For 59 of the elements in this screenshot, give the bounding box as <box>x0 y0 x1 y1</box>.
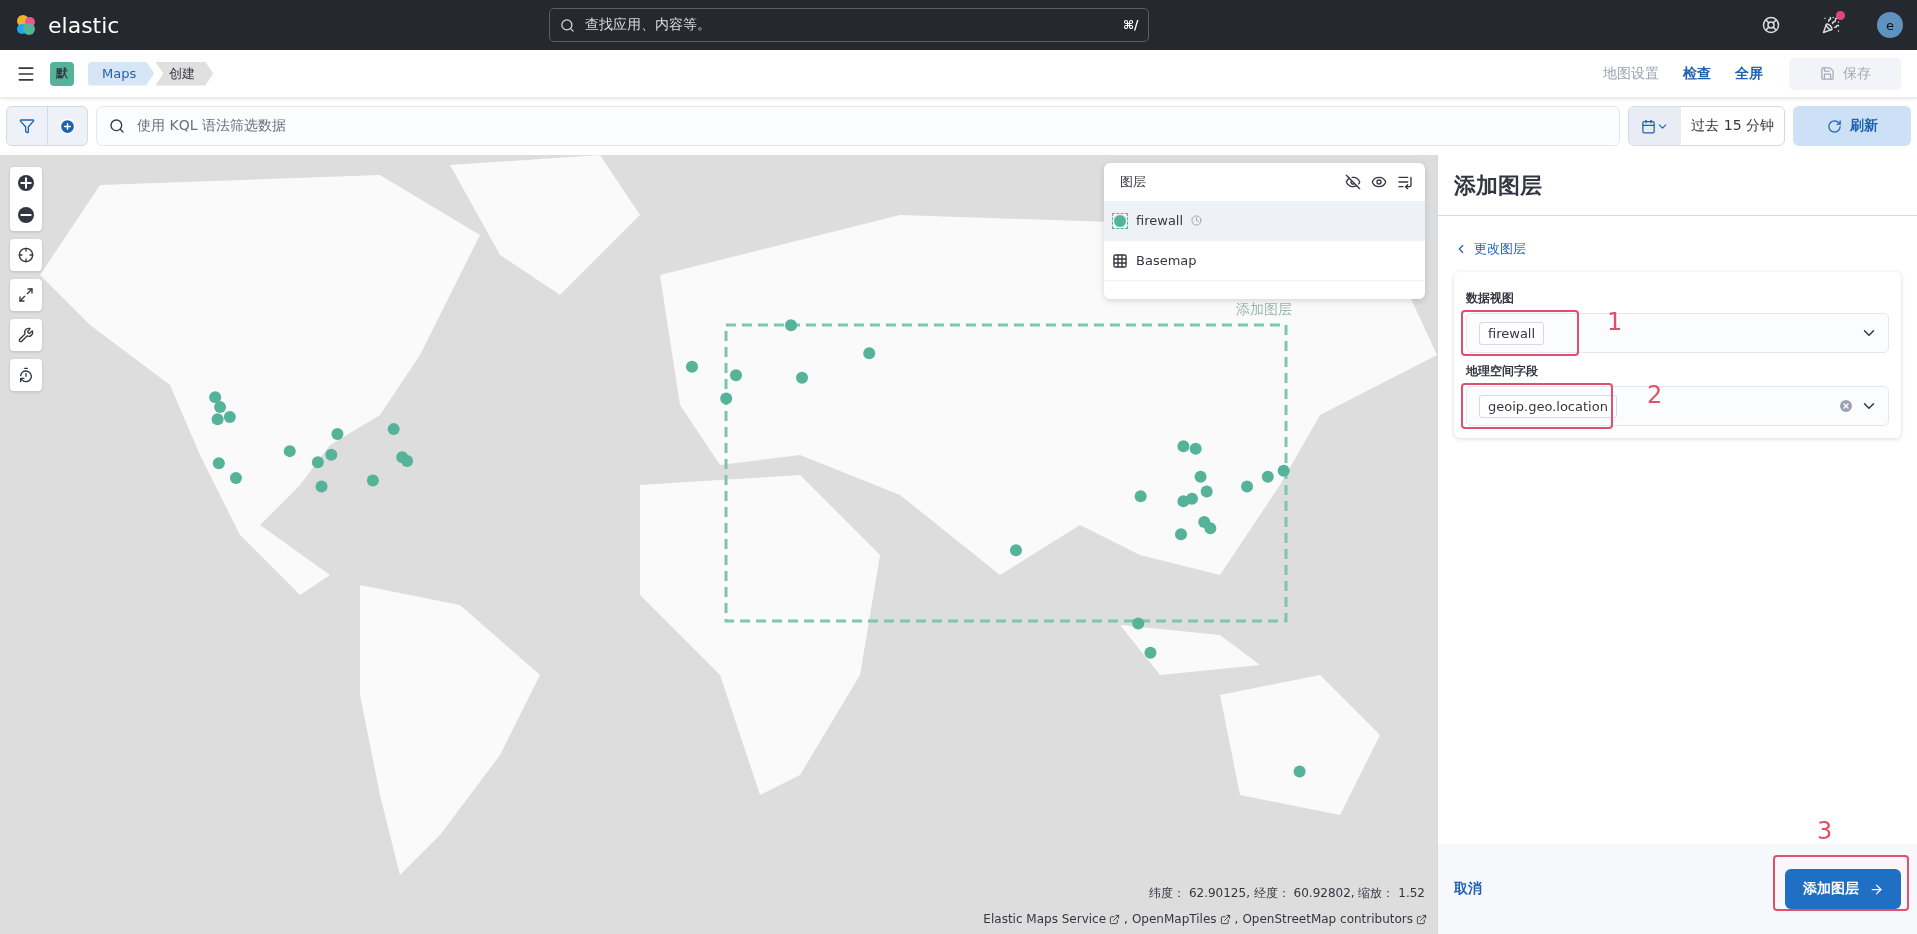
add-layer-button[interactable]: 添加图层 <box>1785 869 1901 909</box>
external-link-icon <box>1219 913 1231 925</box>
separator: , <box>1124 912 1128 926</box>
collapse-icon[interactable] <box>1397 174 1413 190</box>
plus-icon <box>59 117 76 135</box>
breadcrumb[interactable]: 创建 <box>155 61 214 86</box>
notification-dot <box>1836 11 1845 20</box>
elastic-logo-icon <box>14 13 38 37</box>
query-field[interactable]: 使用 KQL 语法筛选数据 <box>96 106 1621 146</box>
date-picker-button[interactable] <box>1629 107 1682 145</box>
search-icon <box>560 17 576 33</box>
back-link[interactable]: 更改图层 <box>1454 240 1526 258</box>
external-link-icon <box>1416 913 1427 925</box>
eye-icon[interactable] <box>1371 174 1387 190</box>
plus-icon <box>18 175 34 191</box>
wrench-icon <box>18 327 34 343</box>
external-link-icon <box>1109 913 1121 925</box>
grid-icon <box>1112 252 1128 269</box>
coordinates-readout: 纬度： 62.90125, 经度： 60.92802, 缩放： 1.52 <box>1149 885 1425 902</box>
calendar-icon <box>1641 118 1657 134</box>
value-chip: geoip.geo.location <box>1479 394 1617 418</box>
points-layer-icon <box>1112 212 1128 229</box>
annotation-number: 3 <box>1817 817 1833 845</box>
expand-icon <box>18 287 34 303</box>
field-label: 地理空间字段 <box>1466 363 1539 380</box>
filter-icon <box>19 118 35 134</box>
refresh-icon <box>1826 118 1842 134</box>
nav-link[interactable]: 全屏 <box>1735 64 1763 83</box>
eye-off-icon[interactable] <box>1345 174 1361 190</box>
timer-icon <box>18 367 34 383</box>
attribution-link[interactable]: OpenStreetMap contributors <box>1242 912 1427 926</box>
layer-name: Basemap <box>1136 253 1197 268</box>
clock-icon <box>1191 215 1203 226</box>
attribution-link[interactable]: OpenMapTiles <box>1131 912 1231 926</box>
crosshair-icon <box>18 247 34 263</box>
user-avatar[interactable]: e <box>1877 12 1903 38</box>
panel-title: 图层 <box>1120 173 1147 191</box>
separator: , <box>1234 912 1239 926</box>
drop-hint: 添加图层 <box>1236 301 1292 319</box>
layer-name: firewall <box>1136 213 1184 228</box>
search-icon <box>109 118 125 134</box>
panel-title: 添加图层 <box>1438 155 1917 216</box>
layer-row[interactable]: firewall <box>1104 201 1425 241</box>
logo-text: elastic <box>48 12 120 38</box>
layer-row[interactable]: Basemap <box>1104 241 1425 281</box>
breadcrumb[interactable]: Maps <box>88 61 155 86</box>
shortcut-hint: ⌘/ <box>1122 18 1139 32</box>
field-label: 数据视图 <box>1466 290 1515 307</box>
cancel-link[interactable]: 取消 <box>1454 880 1482 898</box>
attribution-link[interactable]: Elastic Maps Service <box>983 912 1121 926</box>
nav-link[interactable]: 检查 <box>1683 64 1711 83</box>
minus-icon <box>18 207 34 223</box>
arrow-right-icon <box>1868 881 1884 897</box>
save-icon <box>1819 66 1835 81</box>
refresh-button[interactable]: 刷新 <box>1793 106 1911 146</box>
global-search-field[interactable]: 查找应用、内容等。 ⌘/ <box>549 8 1150 42</box>
space-badge[interactable]: 默 <box>50 61 74 86</box>
value-chip: firewall <box>1479 321 1545 345</box>
clear-icon[interactable] <box>1838 398 1854 414</box>
